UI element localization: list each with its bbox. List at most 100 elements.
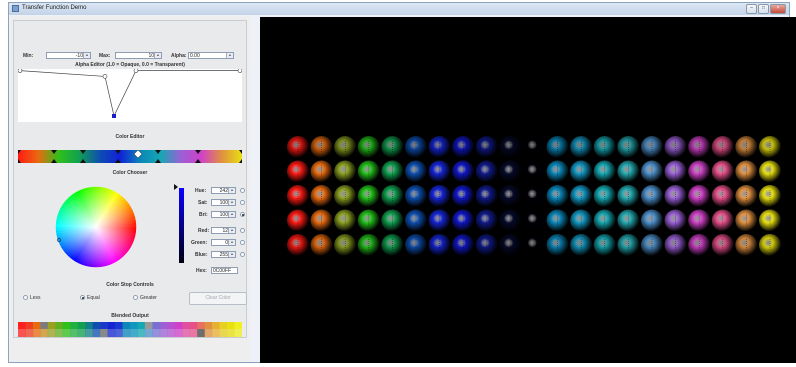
sat-radio[interactable] — [240, 200, 245, 205]
blend-cell — [219, 322, 228, 329]
less-label: Less — [30, 295, 41, 301]
sat-field[interactable]: 100 ▴ — [211, 199, 236, 206]
blend-cell — [70, 322, 79, 329]
render-sphere — [546, 185, 569, 207]
blue-spinner[interactable]: ▴ — [228, 252, 235, 257]
blend-cell — [137, 329, 146, 337]
min-field[interactable]: -10 ▴ — [46, 52, 91, 59]
render-sphere — [428, 160, 451, 183]
render-sphere — [310, 185, 333, 207]
alpha-value: 0.00 — [190, 53, 200, 59]
blend-cell — [122, 322, 131, 329]
blend-cell — [55, 329, 64, 337]
render-sphere — [523, 209, 545, 232]
render-sphere — [570, 160, 593, 183]
blend-cell — [212, 329, 220, 337]
render-sphere — [357, 160, 380, 183]
equal-label: Equal — [87, 295, 100, 301]
blue-value: 255 — [219, 252, 228, 258]
brightness-thumb — [174, 184, 178, 190]
render-sphere — [310, 234, 333, 256]
sat-label: Sat: — [198, 200, 208, 206]
render-sphere — [475, 234, 498, 256]
render-sphere — [452, 185, 475, 207]
bri-radio[interactable] — [240, 212, 245, 217]
max-label: Max: — [99, 53, 111, 59]
render-sphere — [711, 209, 734, 232]
maximize-icon[interactable]: □ — [758, 4, 769, 14]
clear-color-button[interactable]: Clear Color — [189, 292, 247, 305]
green-field[interactable]: 0 ▴ — [211, 239, 236, 246]
blend-cell — [107, 329, 116, 337]
sat-spinner[interactable]: ▴ — [228, 200, 235, 205]
render-sphere — [499, 209, 522, 232]
volume-render-view — [287, 136, 781, 256]
brightness-slider[interactable] — [174, 184, 190, 264]
blue-radio[interactable] — [240, 252, 245, 257]
bri-spinner[interactable]: ▴ — [228, 212, 235, 217]
hex-field[interactable]: 0C00FF — [211, 267, 238, 274]
render-sphere — [711, 185, 734, 207]
title-bar[interactable]: Transfer Function Demo – □ × — [9, 3, 789, 15]
minimize-icon[interactable]: – — [746, 4, 757, 14]
min-label: Min: — [23, 53, 34, 59]
green-radio[interactable] — [240, 240, 245, 245]
render-sphere — [499, 160, 522, 183]
blue-label: Blue: — [195, 252, 208, 258]
blend-cell — [227, 329, 235, 337]
alpha-editor-canvas[interactable] — [18, 69, 242, 122]
render-sphere — [593, 136, 616, 158]
hue-spinner[interactable]: ▴ — [228, 188, 235, 193]
min-value: -10 — [75, 53, 83, 59]
sat-value: 100 — [219, 200, 228, 206]
render-sphere — [546, 209, 569, 232]
render-sphere — [381, 185, 404, 207]
blend-cell — [25, 329, 34, 337]
red-spinner[interactable]: ▴ — [228, 228, 235, 233]
blend-cell — [40, 329, 49, 337]
blend-cell — [204, 329, 213, 337]
bri-field[interactable]: 100 ▴ — [211, 211, 236, 218]
control-panel: Min: -10 ▴ Max: 10 ▴ Alpha: 0.00 ▴ Alpha… — [10, 16, 250, 362]
render-sphere — [617, 234, 640, 256]
hue-field[interactable]: 242 ▴ — [211, 187, 236, 194]
render-sphere — [405, 209, 427, 232]
blend-cell — [92, 329, 101, 337]
min-spinner[interactable]: ▴ — [83, 53, 90, 58]
alpha-field[interactable]: 0.00 ▴ — [188, 52, 234, 59]
blend-cell — [18, 322, 26, 329]
blue-field[interactable]: 255 ▴ — [211, 251, 236, 258]
blend-cell — [55, 322, 64, 329]
close-icon[interactable]: × — [770, 4, 786, 14]
hue-radio[interactable] — [240, 188, 245, 193]
render-sphere — [475, 185, 498, 207]
color-editor-bar[interactable] — [18, 148, 242, 165]
color-wheel[interactable] — [54, 185, 138, 269]
render-sphere — [593, 234, 616, 256]
render-sphere — [428, 234, 451, 256]
alpha-editor-title: Alpha Editor (1.0 = Opaque, 0.0 = Transp… — [75, 62, 185, 68]
color-chooser-title: Color Chooser — [112, 170, 148, 176]
java-app-icon — [12, 5, 19, 12]
render-canvas[interactable] — [260, 17, 796, 363]
alpha-control-point-selected — [112, 114, 116, 118]
blend-cell — [197, 322, 205, 329]
render-sphere — [428, 136, 451, 158]
red-field[interactable]: 12 ▴ — [211, 227, 236, 234]
green-spinner[interactable]: ▴ — [228, 240, 235, 245]
blend-cell — [182, 322, 191, 329]
less-radio[interactable] — [23, 295, 28, 300]
equal-radio[interactable] — [80, 295, 85, 300]
render-sphere — [405, 136, 427, 158]
render-sphere — [546, 234, 569, 256]
blend-cell — [152, 322, 161, 329]
render-sphere — [452, 136, 475, 158]
red-radio[interactable] — [240, 228, 245, 233]
max-field[interactable]: 10 ▴ — [115, 52, 162, 59]
greater-radio[interactable] — [133, 295, 138, 300]
render-sphere — [688, 209, 711, 232]
green-label: Green: — [191, 240, 208, 246]
max-spinner[interactable]: ▴ — [154, 53, 161, 58]
alpha-spinner[interactable]: ▴ — [226, 53, 233, 58]
render-sphere — [334, 209, 357, 232]
